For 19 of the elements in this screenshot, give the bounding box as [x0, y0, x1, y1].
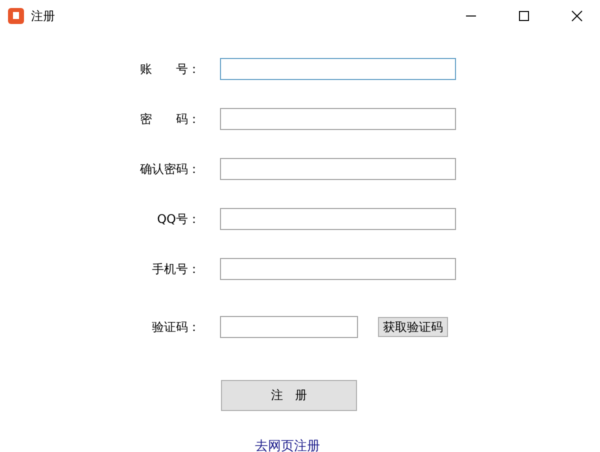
- code-input-field[interactable]: [220, 316, 358, 338]
- input-field[interactable]: [220, 208, 456, 230]
- web-register-link[interactable]: 去网页注册: [255, 437, 320, 452]
- field-label: 账 号：: [140, 60, 200, 78]
- window-title: 注册: [31, 8, 56, 24]
- field-label: QQ号：: [157, 210, 200, 228]
- field-label: 手机号：: [152, 260, 200, 278]
- input-field[interactable]: [220, 158, 456, 180]
- input-field[interactable]: [220, 58, 456, 80]
- field-label: 验证码：: [152, 318, 200, 336]
- app-icon: [8, 8, 24, 24]
- field-label: 密 码：: [140, 110, 200, 128]
- maximize-icon: [518, 10, 530, 22]
- input-field[interactable]: [220, 258, 456, 280]
- register-button[interactable]: 注 册: [221, 380, 357, 411]
- get-code-button[interactable]: 获取验证码: [378, 317, 448, 337]
- close-icon: [571, 10, 583, 22]
- input-field[interactable]: [220, 108, 456, 130]
- field-label: 确认密码：: [140, 160, 200, 178]
